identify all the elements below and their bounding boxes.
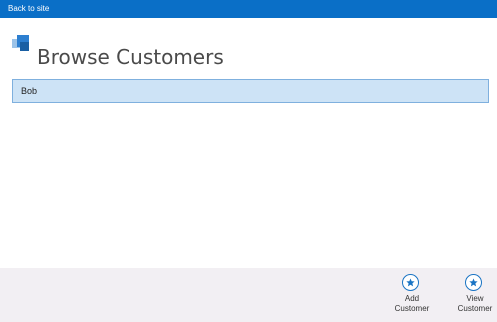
top-nav-bar: Back to site xyxy=(0,0,497,18)
add-customer-button[interactable]: Add Customer xyxy=(387,274,437,320)
app-logo-icon xyxy=(12,34,34,52)
back-to-site-link[interactable]: Back to site xyxy=(8,3,49,14)
customer-list: Bob xyxy=(12,79,489,103)
page-title: Browse Customers xyxy=(37,45,224,70)
view-customer-button[interactable]: View Customer xyxy=(450,274,497,320)
page-header: Browse Customers xyxy=(12,30,492,69)
view-customer-label: View Customer xyxy=(457,294,493,313)
customer-name: Bob xyxy=(21,86,38,96)
star-icon xyxy=(402,274,419,291)
app-bar: Add Customer View Customer xyxy=(0,268,497,322)
list-item[interactable]: Bob xyxy=(12,79,489,103)
add-customer-label: Add Customer xyxy=(394,294,430,313)
star-icon xyxy=(465,274,482,291)
